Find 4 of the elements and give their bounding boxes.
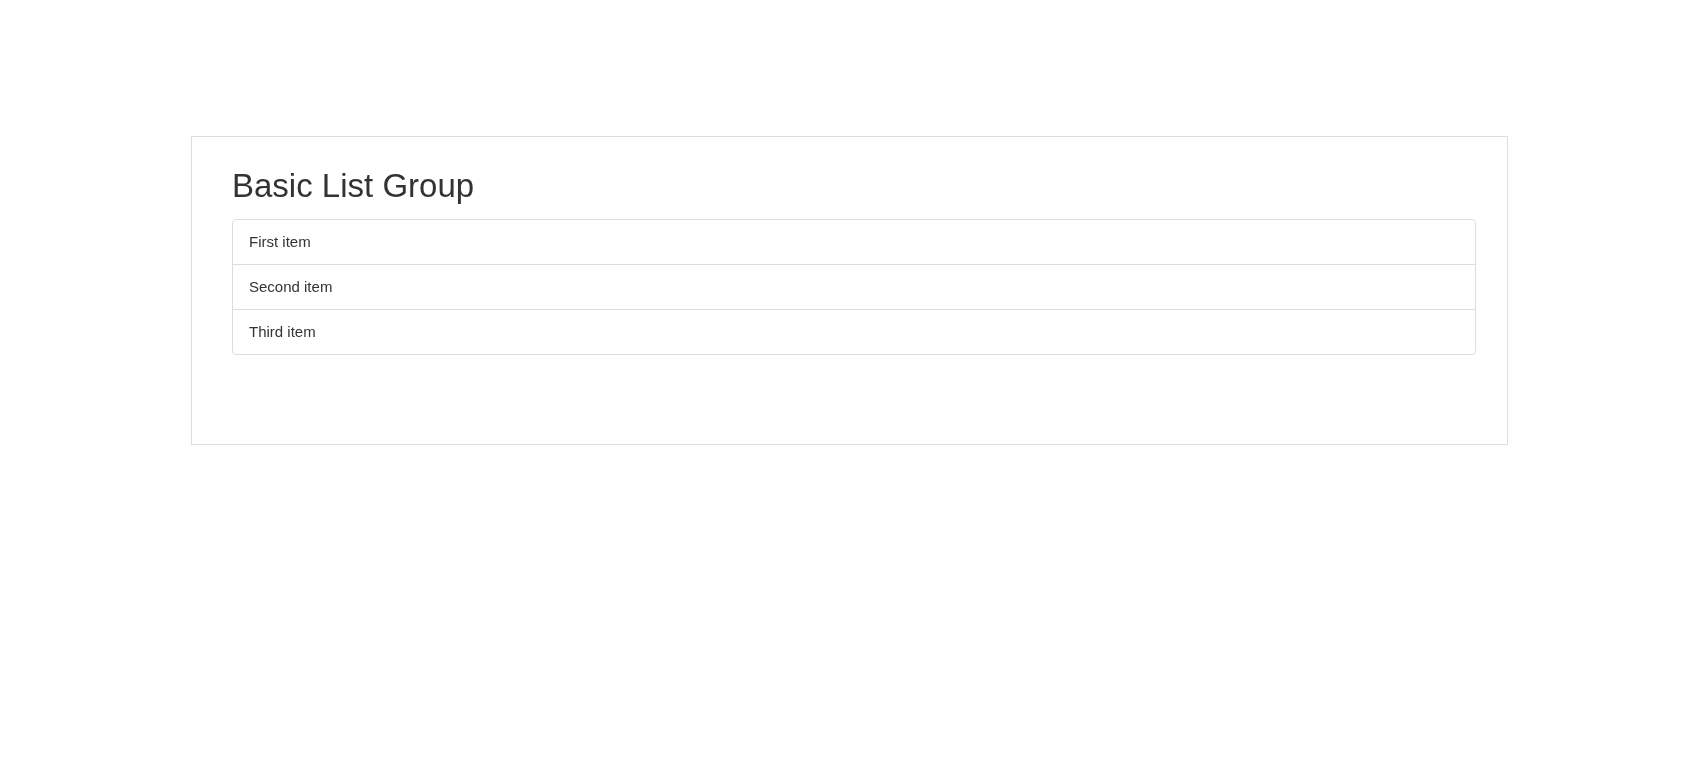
list-item: Third item <box>233 309 1475 354</box>
list-item: First item <box>248 231 312 252</box>
list-item: Second item <box>233 264 1475 309</box>
page-heading: Basic List Group <box>232 168 475 204</box>
